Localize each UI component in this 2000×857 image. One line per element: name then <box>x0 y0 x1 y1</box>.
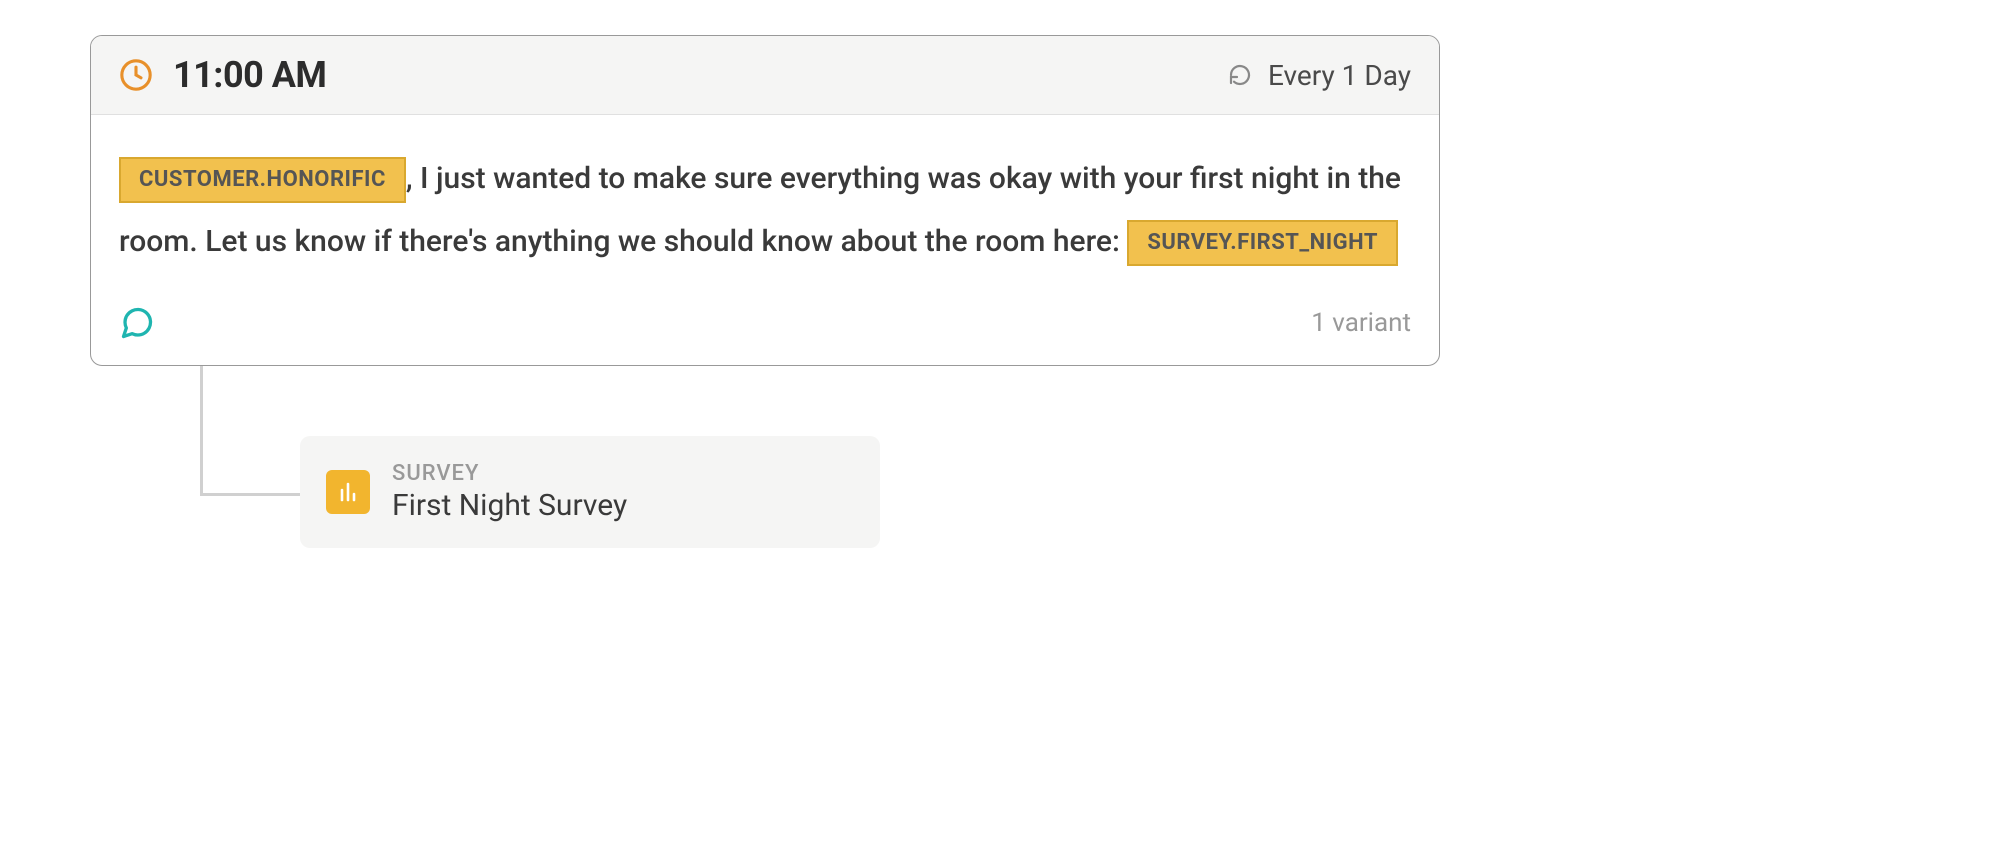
chat-bubble-icon[interactable] <box>119 305 155 341</box>
card-footer: 1 variant <box>91 305 1439 365</box>
header-right: Every 1 Day <box>1228 59 1411 92</box>
schedule-time: 11:00 AM <box>173 54 326 96</box>
header-left: 11:00 AM <box>119 54 326 96</box>
card-body: CUSTOMER.HONORIFIC, I just wanted to mak… <box>91 115 1439 297</box>
survey-node-card[interactable]: SURVEY First Night Survey <box>300 436 880 548</box>
token-survey-first-night[interactable]: SURVEY.FIRST_NIGHT <box>1127 220 1398 265</box>
message-card[interactable]: 11:00 AM Every 1 Day CUSTOMER.HONORIFIC,… <box>90 35 1440 366</box>
schedule-recurrence: Every 1 Day <box>1268 59 1411 92</box>
survey-type-label: SURVEY <box>392 461 627 486</box>
survey-text: SURVEY First Night Survey <box>392 461 627 523</box>
connector-vertical <box>200 366 203 496</box>
message-text: CUSTOMER.HONORIFIC, I just wanted to mak… <box>119 147 1411 273</box>
connector-horizontal <box>200 493 305 496</box>
card-header: 11:00 AM Every 1 Day <box>91 36 1439 115</box>
token-customer-honorific[interactable]: CUSTOMER.HONORIFIC <box>119 157 406 202</box>
survey-name: First Night Survey <box>392 488 627 523</box>
variant-count: 1 variant <box>1311 308 1411 338</box>
bar-chart-icon <box>326 470 370 514</box>
clock-icon <box>119 58 153 92</box>
refresh-icon <box>1228 63 1252 87</box>
